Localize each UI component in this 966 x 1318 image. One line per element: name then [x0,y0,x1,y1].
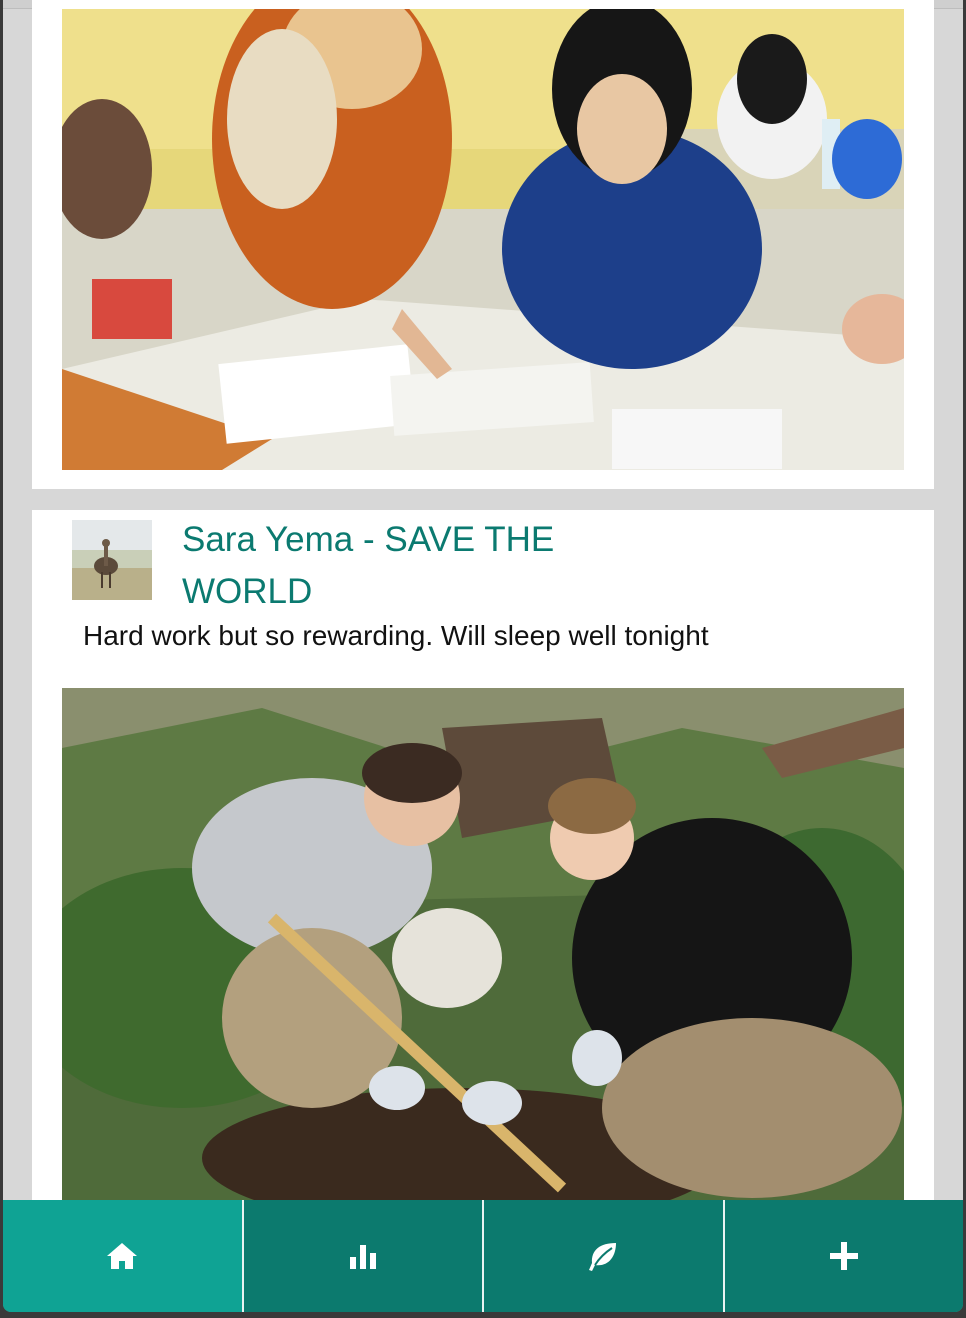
bottom-nav [3,1200,963,1312]
avatar[interactable] [72,520,152,600]
app-frame: Sara Yema - SAVE THE WORLD Hard work but… [3,0,963,1312]
bar-chart-icon [349,1245,376,1269]
plus-icon [829,1242,858,1270]
nav-stats-button[interactable] [243,1200,484,1312]
nav-add-button[interactable] [724,1200,963,1312]
nav-home-button[interactable] [3,1200,244,1312]
feed-card [32,0,934,489]
post-photo-classroom[interactable] [62,9,904,470]
post-author-title[interactable]: Sara Yema - SAVE THE WORLD [182,514,602,618]
post-photo-planting[interactable] [62,688,904,1208]
post-text: Hard work but so rewarding. Will sleep w… [83,620,709,651]
nav-leaf-button[interactable] [484,1200,725,1312]
leaf-icon [589,1243,617,1271]
home-icon [107,1243,138,1269]
feed-card: Sara Yema - SAVE THE WORLD Hard work but… [32,510,934,1270]
